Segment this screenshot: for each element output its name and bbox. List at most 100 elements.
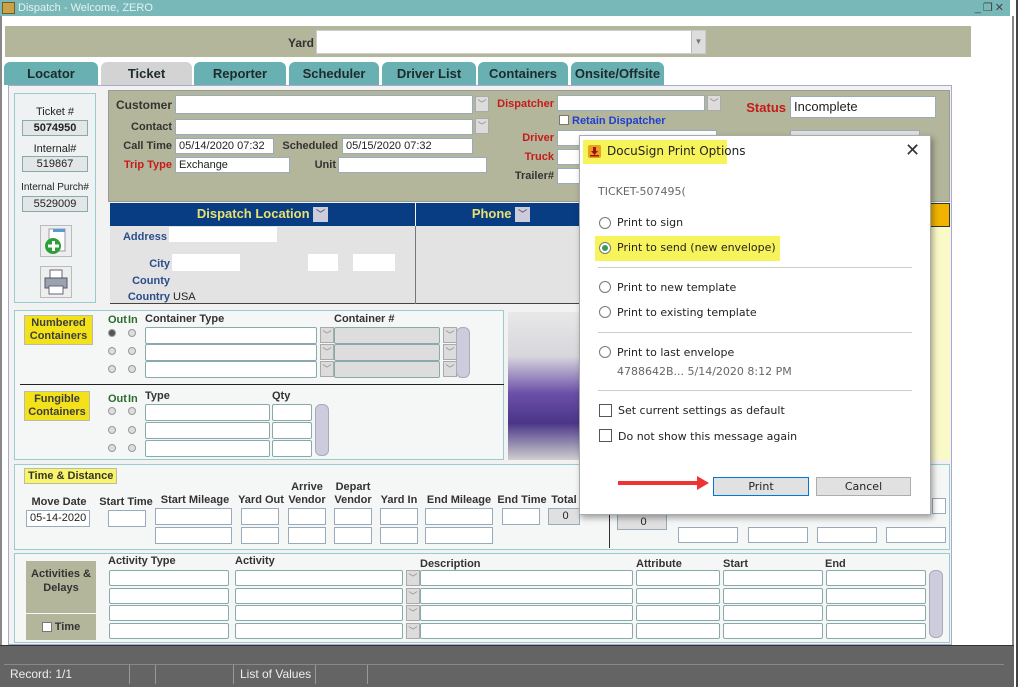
container-type-input[interactable] [145,344,317,361]
yard-in-input[interactable] [380,508,418,525]
description-input[interactable] [420,605,633,621]
qty-input[interactable] [272,422,312,439]
chevron-down-icon[interactable]: ▼ [691,31,705,53]
depart-vendor-input-2[interactable] [334,527,372,544]
start-mileage-input[interactable] [155,508,232,525]
out-radio[interactable] [108,365,116,373]
print-ticket-button[interactable] [40,266,72,298]
start-input[interactable] [723,587,823,604]
dialog-close-icon[interactable]: ✕ [905,140,920,161]
end-input[interactable] [826,622,926,639]
print-to-last-envelope-radio[interactable] [599,346,611,358]
end-time-input[interactable] [502,508,540,525]
container-type-lov[interactable]: ﹀ [320,344,334,360]
container-number-input[interactable] [334,344,440,361]
description-input[interactable] [420,587,633,604]
container-type-input[interactable] [145,327,317,344]
customer-lov-button[interactable]: ﹀ [475,96,489,112]
tab-containers[interactable]: Containers [478,62,568,85]
container-number-lov[interactable]: ﹀ [443,344,457,360]
td-right-input-2[interactable] [748,527,808,543]
yard-select[interactable]: ▼ [316,30,706,54]
activity-input[interactable] [235,570,403,586]
container-type-lov[interactable]: ﹀ [320,327,334,343]
container-number-input[interactable] [334,361,440,378]
out-radio[interactable] [108,426,116,434]
td-right-input-4[interactable] [886,527,946,543]
activity-type-select[interactable] [109,587,229,604]
td-right-input-5[interactable] [932,498,946,514]
end-input[interactable] [826,587,926,604]
activity-input[interactable] [235,587,403,604]
restore-icon[interactable]: ❐ [983,2,995,14]
in-radio[interactable] [128,444,136,452]
activity-input[interactable] [235,605,403,621]
description-input[interactable] [420,622,633,639]
attribute-select[interactable] [636,587,720,604]
activity-lov-button[interactable]: ﹀ [406,622,420,639]
chevron-down-icon[interactable]: ﹀ [313,207,329,223]
out-radio[interactable] [108,329,116,337]
set-default-checkbox[interactable] [599,404,612,417]
activity-input[interactable] [235,622,403,639]
arrive-vendor-input-2[interactable] [288,527,326,544]
activity-lov-button[interactable]: ﹀ [406,570,420,586]
description-input[interactable] [420,570,633,586]
call-time-input[interactable]: 05/14/2020 07:32 [175,138,274,154]
fungible-type-select[interactable] [145,404,270,421]
in-radio[interactable] [128,365,136,373]
end-mileage-input-2[interactable] [425,527,493,544]
scheduled-input[interactable]: 05/15/2020 07:32 [342,138,473,154]
start-input[interactable] [723,622,823,639]
start-input[interactable] [723,605,823,621]
depart-vendor-input[interactable] [334,508,372,525]
dispatcher-lov-button[interactable]: ﹀ [707,95,721,111]
time-checkbox[interactable] [41,622,52,633]
move-date-input[interactable]: 05-14-2020 [26,510,90,527]
container-type-input[interactable] [145,361,317,378]
set-default-label[interactable]: Set current settings as default [618,404,785,417]
out-radio[interactable] [108,347,116,355]
start-time-input[interactable] [108,510,146,527]
qty-input[interactable] [272,404,312,421]
contact-input[interactable] [175,119,473,135]
print-to-sign-radio[interactable] [599,217,611,229]
in-radio[interactable] [128,329,136,337]
end-input[interactable] [826,570,926,586]
trip-type-select[interactable]: Exchange [175,157,290,173]
container-number-lov[interactable]: ﹀ [443,361,457,377]
minimize-icon[interactable]: _ [975,2,983,14]
print-to-send-label[interactable]: Print to send (new envelope) [617,241,776,254]
print-to-existing-template-label[interactable]: Print to existing template [617,306,757,319]
do-not-show-checkbox[interactable] [599,429,612,442]
container-type-lov[interactable]: ﹀ [320,361,334,377]
print-to-new-template-radio[interactable] [599,281,611,293]
retain-dispatcher-checkbox[interactable] [559,115,569,125]
status-select[interactable]: Incomplete [790,96,936,118]
tab-locator[interactable]: Locator [4,62,98,85]
in-radio[interactable] [128,426,136,434]
end-input[interactable] [826,605,926,621]
activity-type-select[interactable] [109,605,229,621]
arrive-vendor-input[interactable] [288,508,326,525]
print-to-new-template-label[interactable]: Print to new template [617,281,736,294]
tab-onsite-offsite[interactable]: Onsite/Offsite [571,62,664,85]
yard-out-input[interactable] [241,508,279,525]
customer-input[interactable] [175,95,473,114]
attribute-select[interactable] [636,570,720,586]
print-button[interactable]: Print [713,477,809,496]
activities-scrollbar[interactable] [929,570,943,638]
activity-type-select[interactable] [109,570,229,586]
cancel-button[interactable]: Cancel [816,477,911,496]
container-number-lov[interactable]: ﹀ [443,327,457,343]
attribute-select[interactable] [636,622,720,639]
out-radio[interactable] [108,444,116,452]
fungible-containers-scrollbar[interactable] [315,404,329,456]
print-to-existing-template-radio[interactable] [599,306,611,318]
tab-driver-list[interactable]: Driver List [382,62,476,85]
in-radio[interactable] [128,347,136,355]
tab-reporter[interactable]: Reporter [194,62,286,85]
activity-lov-button[interactable]: ﹀ [406,605,420,621]
contact-lov-button[interactable]: ﹀ [475,118,489,134]
out-radio[interactable] [108,407,116,415]
